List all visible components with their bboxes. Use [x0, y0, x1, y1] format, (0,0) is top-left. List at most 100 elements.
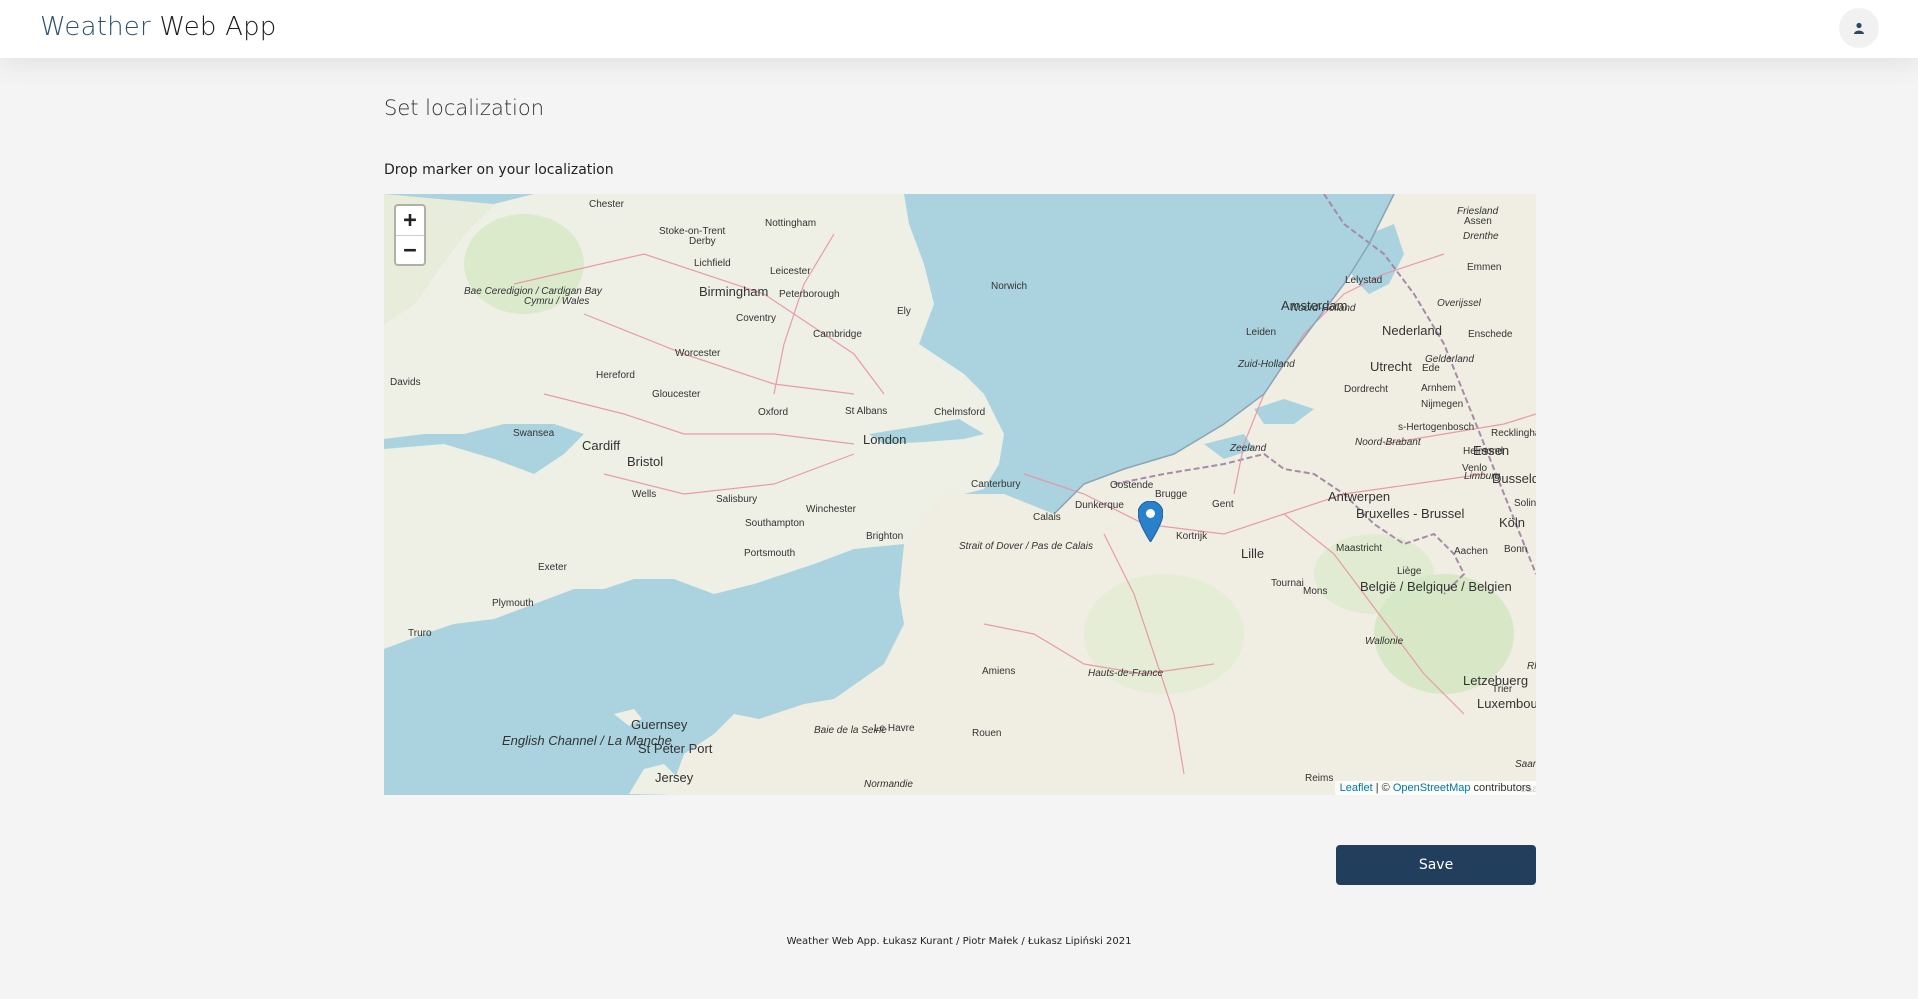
map-place-label: Recklinghausen: [1491, 428, 1536, 439]
map-place-label: Gloucester: [652, 389, 701, 400]
map-place-label: Zeeland: [1229, 443, 1267, 454]
map-place-label: Dordrecht: [1344, 384, 1388, 395]
map-place-label: Leiden: [1246, 327, 1276, 338]
map-place-label: Calais: [1033, 512, 1061, 523]
map-place-label: Dunkerque: [1075, 500, 1124, 511]
map-place-label: Peterborough: [779, 289, 840, 300]
zoom-control: + −: [394, 204, 426, 266]
map-place-label: Lille: [1241, 546, 1264, 561]
map-place-label: Lelystad: [1345, 275, 1382, 286]
map-place-label: Wallonie: [1365, 636, 1404, 647]
map-place-label: Oostende: [1110, 480, 1154, 491]
map-place-label: Derby: [689, 236, 716, 247]
map-place-label: Worcester: [675, 348, 721, 359]
map-place-label: Köln: [1499, 515, 1525, 530]
map-marker-icon[interactable]: [1137, 500, 1164, 546]
map-place-label: Canterbury: [971, 479, 1020, 490]
map-place-label: Nederland: [1382, 323, 1442, 338]
user-menu-button[interactable]: [1839, 8, 1879, 48]
map-place-label: Coventry: [736, 313, 776, 324]
zoom-out-button[interactable]: −: [396, 235, 424, 264]
map-place-label: Wells: [632, 489, 656, 500]
zoom-in-button[interactable]: +: [396, 206, 424, 235]
map-place-label: Helmond: [1463, 446, 1503, 457]
map-place-label: Davids: [390, 377, 421, 388]
osm-link[interactable]: OpenStreetMap: [1393, 782, 1471, 794]
map-place-label: Gent: [1212, 499, 1234, 510]
map-place-label: Oxford: [758, 407, 788, 418]
map-place-label: Norwich: [991, 281, 1027, 292]
map-place-label: London: [863, 432, 906, 447]
map-place-label: St Albans: [845, 406, 887, 417]
map-place-label: Emmen: [1467, 262, 1501, 273]
map-place-label: Overijssel: [1437, 298, 1482, 309]
map-place-label: Rouen: [972, 728, 1001, 739]
map-place-label: Assen: [1464, 216, 1492, 227]
map-place-label: Arnhem: [1421, 383, 1456, 394]
map-place-label: Bonn: [1504, 544, 1527, 555]
map-place-label: Zuid-Holland: [1237, 359, 1295, 370]
map-place-label: Cardiff: [582, 438, 620, 453]
map-place-label: Southampton: [745, 518, 805, 529]
map-place-label: Solingen: [1514, 498, 1536, 509]
save-button[interactable]: Save: [1336, 845, 1536, 885]
map-place-label: Noord-Holland: [1291, 303, 1356, 314]
user-icon: [1854, 22, 1864, 34]
map-place-label: Aachen: [1454, 546, 1488, 557]
map-place-label: Liège: [1397, 566, 1422, 577]
map-place-label: Trier: [1492, 684, 1513, 695]
map-place-label: Guernsey: [631, 717, 688, 732]
map-place-label: Cymru / Wales: [524, 296, 589, 307]
attribution-suffix: contributors: [1470, 782, 1531, 794]
map-instruction-label: Drop marker on your localization: [384, 162, 614, 178]
map-place-label: Brighton: [866, 531, 903, 542]
map-place-label: Nottingham: [765, 218, 816, 229]
map-tiles[interactable]: ChesterStoke-on-TrentNottinghamDerbyLich…: [384, 194, 1536, 795]
map-place-label: Drenthe: [1463, 231, 1499, 242]
map-place-label: Birmingham: [699, 284, 768, 299]
map-place-label: Reims: [1305, 773, 1333, 784]
map-place-label: Tournai: [1271, 578, 1304, 589]
map-place-label: Cambridge: [813, 329, 862, 340]
footer-text: Weather Web App. Łukasz Kurant / Piotr M…: [786, 936, 1132, 947]
map-place-label: Chester: [589, 199, 625, 210]
map-place-label: Strait of Dover / Pas de Calais: [959, 541, 1093, 552]
brand-part-webapp: Web App: [159, 12, 277, 42]
top-navbar: Weather Web App: [0, 0, 1918, 58]
attribution-separator: | ©: [1372, 782, 1393, 794]
map-place-label: Jersey: [655, 770, 694, 785]
map-place-label: Hereford: [596, 370, 635, 381]
map-place-label: Leicester: [770, 266, 811, 277]
map-place-label: St Peter Port: [638, 741, 713, 756]
map-place-label: Le Havre: [874, 723, 915, 734]
map-place-label: Friesland: [1457, 206, 1499, 217]
map-place-label: Normandie: [864, 779, 913, 790]
map-place-label: Bruxelles - Brussel: [1356, 506, 1464, 521]
map-place-label: Exeter: [538, 562, 568, 573]
map-place-label: Winchester: [806, 504, 857, 515]
map-place-label: Maastricht: [1336, 543, 1382, 554]
map-place-label: Plymouth: [492, 598, 534, 609]
map-place-label: Antwerpen: [1328, 489, 1390, 504]
map-place-label: Truro: [408, 628, 432, 639]
map-place-label: België / Belgique / Belgien: [1360, 579, 1512, 594]
brand-part-weather: Weather: [40, 12, 151, 42]
map-place-label: Hauts-de-France: [1088, 668, 1163, 679]
map-place-label: Chelmsford: [934, 407, 985, 418]
app-brand[interactable]: Weather Web App: [40, 12, 277, 42]
map-place-label: Nijmegen: [1421, 399, 1463, 410]
map-place-label: Luxembourg: [1477, 696, 1536, 711]
map-place-label: Salisbury: [716, 494, 757, 505]
map-place-label: Bristol: [627, 454, 663, 469]
location-map[interactable]: Chester Stoke-on-Trent Nottingham Derby Lich…: [384, 194, 1536, 795]
map-attribution: Leaflet | © OpenStreetMap contributors: [1334, 781, 1536, 795]
leaflet-link[interactable]: Leaflet: [1340, 782, 1373, 794]
map-place-label: Lichfield: [694, 258, 731, 269]
map-place-label: Noord-Brabant: [1355, 437, 1422, 448]
map-place-label: Rhein Pfc: [1527, 661, 1536, 672]
map-place-label: Brugge: [1155, 489, 1188, 500]
map-place-label: Limburg: [1464, 471, 1501, 482]
map-place-label: Enschede: [1468, 329, 1513, 340]
map-place-label: Utrecht: [1370, 359, 1412, 374]
page-title: Set localization: [384, 96, 545, 120]
